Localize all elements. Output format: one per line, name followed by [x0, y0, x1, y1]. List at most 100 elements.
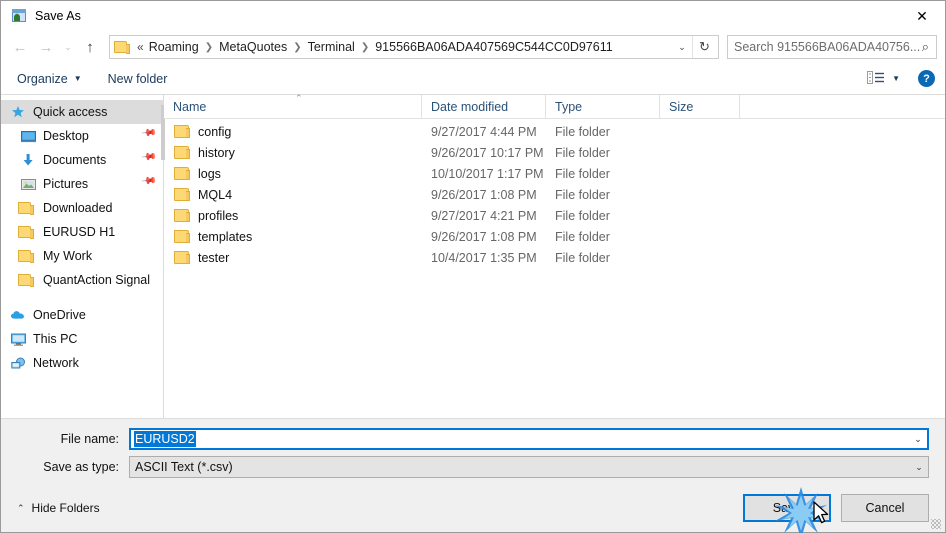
refresh-icon[interactable]: ↻ [692, 36, 716, 58]
file-date-cell: 9/26/2017 1:08 PM [431, 229, 537, 244]
table-row[interactable]: profiles 9/27/2017 4:21 PM File folder [164, 205, 945, 226]
file-name-cell: config [164, 125, 422, 139]
breadcrumb-item-terminal[interactable]: Terminal [306, 40, 357, 54]
search-box[interactable]: Search 915566BA06ADA40756... ⌕ [727, 35, 937, 59]
navigation-pane: Quick access Desktop 📌 Documents 📌 Pictu… [1, 95, 165, 418]
resize-grip[interactable] [931, 519, 941, 529]
dialog-footer: ⌃ Hide Folders Save Cancel [1, 484, 945, 532]
list-view-icon [867, 70, 885, 87]
folder-icon [114, 41, 130, 54]
sidebar-item-label: OneDrive [33, 308, 86, 322]
sidebar-item-downloaded[interactable]: Downloaded [1, 196, 163, 220]
chevron-down-icon[interactable]: ⌄ [672, 36, 692, 58]
address-bar[interactable]: « Roaming ❯ MetaQuotes ❯ Terminal ❯ 9155… [109, 35, 719, 59]
network-icon [9, 357, 27, 370]
breadcrumb-overflow[interactable]: « [135, 40, 147, 54]
table-row[interactable]: tester 10/4/2017 1:35 PM File folder [164, 247, 945, 268]
sidebar-item-label: Downloaded [43, 201, 113, 215]
table-row[interactable]: logs 10/10/2017 1:17 PM File folder [164, 163, 945, 184]
column-header-date-modified[interactable]: Date modified [422, 94, 546, 119]
breadcrumb-item-metaquotes[interactable]: MetaQuotes [217, 40, 289, 54]
table-row[interactable]: config 9/27/2017 4:44 PM File folder [164, 121, 945, 142]
recent-locations-button[interactable]: ⌄ [59, 34, 77, 60]
sidebar-item-label: QuantAction Signal [43, 273, 151, 287]
sidebar-item-quantaction-signal[interactable]: QuantAction Signal [1, 268, 163, 292]
desktop-icon [19, 130, 37, 143]
back-button[interactable]: ← [7, 34, 33, 60]
folder-icon [174, 251, 190, 264]
search-input[interactable]: Search 915566BA06ADA40756... [734, 40, 922, 54]
column-header-type[interactable]: Type [546, 94, 660, 119]
file-type-cell: File folder [555, 250, 610, 265]
sidebar-item-this-pc[interactable]: This PC [1, 327, 163, 351]
table-row[interactable]: templates 9/26/2017 1:08 PM File folder [164, 226, 945, 247]
breadcrumb-separator[interactable]: ❯ [357, 42, 373, 53]
breadcrumb-separator[interactable]: ❯ [289, 42, 305, 53]
pin-icon[interactable]: 📌 [140, 173, 164, 196]
sidebar-item-my-work[interactable]: My Work [1, 244, 163, 268]
save-button[interactable]: Save [743, 494, 831, 522]
close-icon[interactable]: ✕ [899, 1, 945, 31]
folder-icon [174, 167, 190, 180]
file-name-label: MQL4 [198, 187, 233, 202]
help-button[interactable]: ? [918, 70, 935, 87]
sidebar-item-eurusd-h1[interactable]: EURUSD H1 [1, 220, 163, 244]
file-name-label: templates [198, 229, 253, 244]
sidebar-item-onedrive[interactable]: OneDrive [1, 303, 163, 327]
sidebar-item-label: This PC [33, 332, 78, 346]
chevron-down-icon[interactable]: ⌄ [910, 462, 928, 473]
file-date-cell: 10/10/2017 1:17 PM [431, 166, 544, 181]
file-date-cell: 9/26/2017 1:08 PM [431, 187, 537, 202]
star-pin-icon [9, 105, 27, 119]
file-name-cell: tester [164, 251, 422, 265]
column-header-name[interactable]: ⌃ Name [164, 92, 422, 119]
column-header-size[interactable]: Size [660, 94, 740, 119]
table-row[interactable]: history 9/26/2017 10:17 PM File folder [164, 142, 945, 163]
breadcrumb-separator[interactable]: ❯ [201, 42, 217, 53]
breadcrumb-item-terminal-id[interactable]: 915566BA06ADA407569C544CC0D97611 [373, 40, 614, 54]
organize-button[interactable]: Organize ▼ [17, 72, 82, 86]
file-type-cell: File folder [555, 208, 610, 223]
sidebar-item-label: Pictures [43, 177, 89, 191]
folder-icon [174, 125, 190, 138]
column-header-label: Name [173, 99, 207, 114]
view-mode-button[interactable]: ▼ [867, 70, 900, 87]
chevron-down-icon[interactable]: ⌄ [909, 434, 927, 445]
file-date-cell: 9/27/2017 4:21 PM [431, 208, 537, 223]
folder-icon [17, 274, 37, 287]
sidebar-item-desktop[interactable]: Desktop 📌 [1, 124, 163, 148]
file-rows: config 9/27/2017 4:44 PM File folder his… [164, 119, 945, 418]
save-as-icon [11, 8, 27, 24]
file-name-label: profiles [198, 208, 239, 223]
save-as-type-label: Save as type: [43, 460, 119, 474]
breadcrumb-item-roaming[interactable]: Roaming [147, 40, 201, 54]
file-name-value[interactable]: EURUSD2 [134, 431, 196, 447]
table-row[interactable]: MQL4 9/26/2017 1:08 PM File folder [164, 184, 945, 205]
cancel-button[interactable]: Cancel [841, 494, 929, 522]
file-date-cell: 9/26/2017 10:17 PM [431, 145, 544, 160]
sidebar-item-documents[interactable]: Documents 📌 [1, 148, 163, 172]
file-name-label: config [198, 124, 232, 139]
navigation-bar: ← → ⌄ ↑ « Roaming ❯ MetaQuotes ❯ Termina… [1, 31, 945, 63]
hide-folders-label: Hide Folders [31, 501, 100, 515]
file-name-input[interactable]: EURUSD2 ⌄ [129, 428, 929, 450]
file-name-label: history [198, 145, 235, 160]
window-title: Save As [35, 9, 81, 23]
sort-ascending-icon: ⌃ [295, 92, 303, 103]
file-name-label: logs [198, 166, 221, 181]
sidebar-item-label: Desktop [43, 129, 89, 143]
folder-icon [17, 202, 37, 215]
hide-folders-button[interactable]: ⌃ Hide Folders [17, 501, 100, 515]
sidebar-item-pictures[interactable]: Pictures 📌 [1, 172, 163, 196]
folder-icon [17, 226, 37, 239]
forward-button[interactable]: → [33, 34, 59, 60]
title-bar: Save As ✕ [1, 1, 945, 31]
file-type-cell: File folder [555, 229, 610, 244]
sidebar-item-label: My Work [43, 249, 93, 263]
sidebar-item-network[interactable]: Network [1, 351, 163, 375]
new-folder-button[interactable]: New folder [108, 72, 168, 86]
save-as-type-select[interactable]: ASCII Text (*.csv) ⌄ [129, 456, 929, 478]
file-type-cell: File folder [555, 187, 610, 202]
up-button[interactable]: ↑ [77, 34, 103, 60]
sidebar-item-quick-access[interactable]: Quick access [1, 100, 163, 124]
